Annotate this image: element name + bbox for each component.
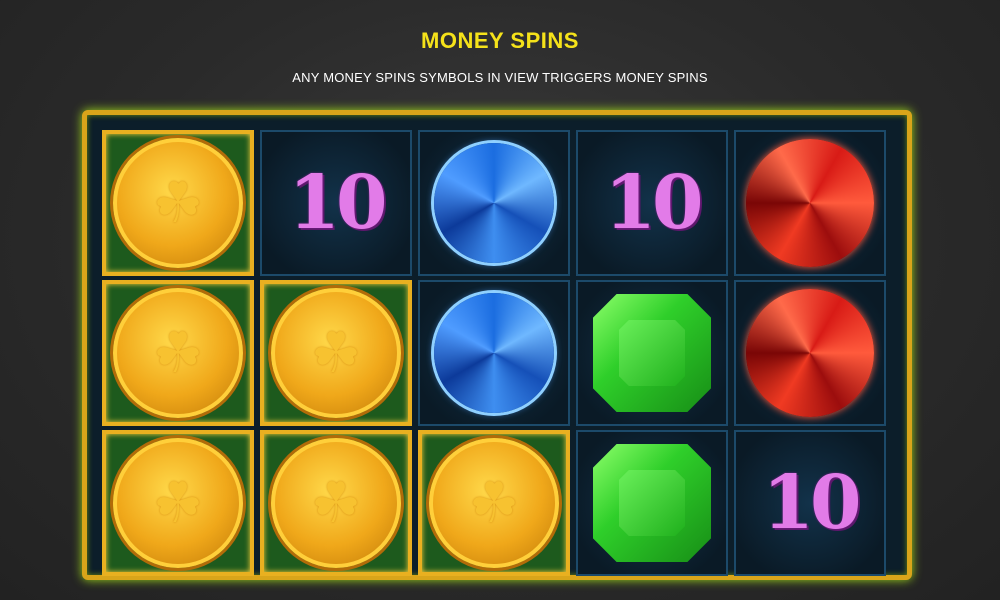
red-gem-icon <box>746 139 874 267</box>
symbol-ten: 10 <box>734 430 886 576</box>
symbol-red-gem <box>734 280 886 426</box>
coin-icon: ☘ <box>429 438 559 568</box>
blue-gem-icon <box>434 293 554 413</box>
symbol-blue-gem <box>418 130 570 276</box>
coin-icon: ☘ <box>113 438 243 568</box>
coin-icon: ☘ <box>271 438 401 568</box>
page-title: MONEY SPINS <box>421 28 579 53</box>
clover-icon: ☘ <box>152 471 204 534</box>
symbol-green-gem <box>576 280 728 426</box>
coin-icon: ☘ <box>113 288 243 418</box>
symbol-red-gem <box>734 130 886 276</box>
symbol-coin: ☘ <box>102 130 254 276</box>
clover-icon: ☘ <box>468 471 520 534</box>
page-subtitle: ANY MONEY SPINS SYMBOLS IN VIEW TRIGGERS… <box>292 70 708 85</box>
coin-icon: ☘ <box>271 288 401 418</box>
ten-label: 10 <box>604 160 704 246</box>
symbol-coin: ☘ <box>418 430 570 576</box>
ten-label: 10 <box>762 460 862 546</box>
green-gem-icon <box>593 444 711 562</box>
reel-grid: ☘ ☘ ☘ 10 ☘ ☘ ☘ 10 10 <box>100 128 890 578</box>
blue-gem-icon <box>434 143 554 263</box>
green-gem-icon <box>593 294 711 412</box>
symbol-blue-gem <box>418 280 570 426</box>
coin-icon: ☘ <box>113 138 243 268</box>
symbol-coin: ☘ <box>102 280 254 426</box>
clover-icon: ☘ <box>310 321 362 384</box>
symbol-coin: ☘ <box>260 280 412 426</box>
red-gem-icon <box>746 289 874 417</box>
symbol-green-gem <box>576 430 728 576</box>
clover-icon: ☘ <box>152 171 204 234</box>
symbol-ten: 10 <box>576 130 728 276</box>
symbol-coin: ☘ <box>260 430 412 576</box>
symbol-coin: ☘ <box>102 430 254 576</box>
symbol-ten: 10 <box>260 130 412 276</box>
ten-label: 10 <box>288 160 388 246</box>
clover-icon: ☘ <box>152 321 204 384</box>
clover-icon: ☘ <box>310 471 362 534</box>
